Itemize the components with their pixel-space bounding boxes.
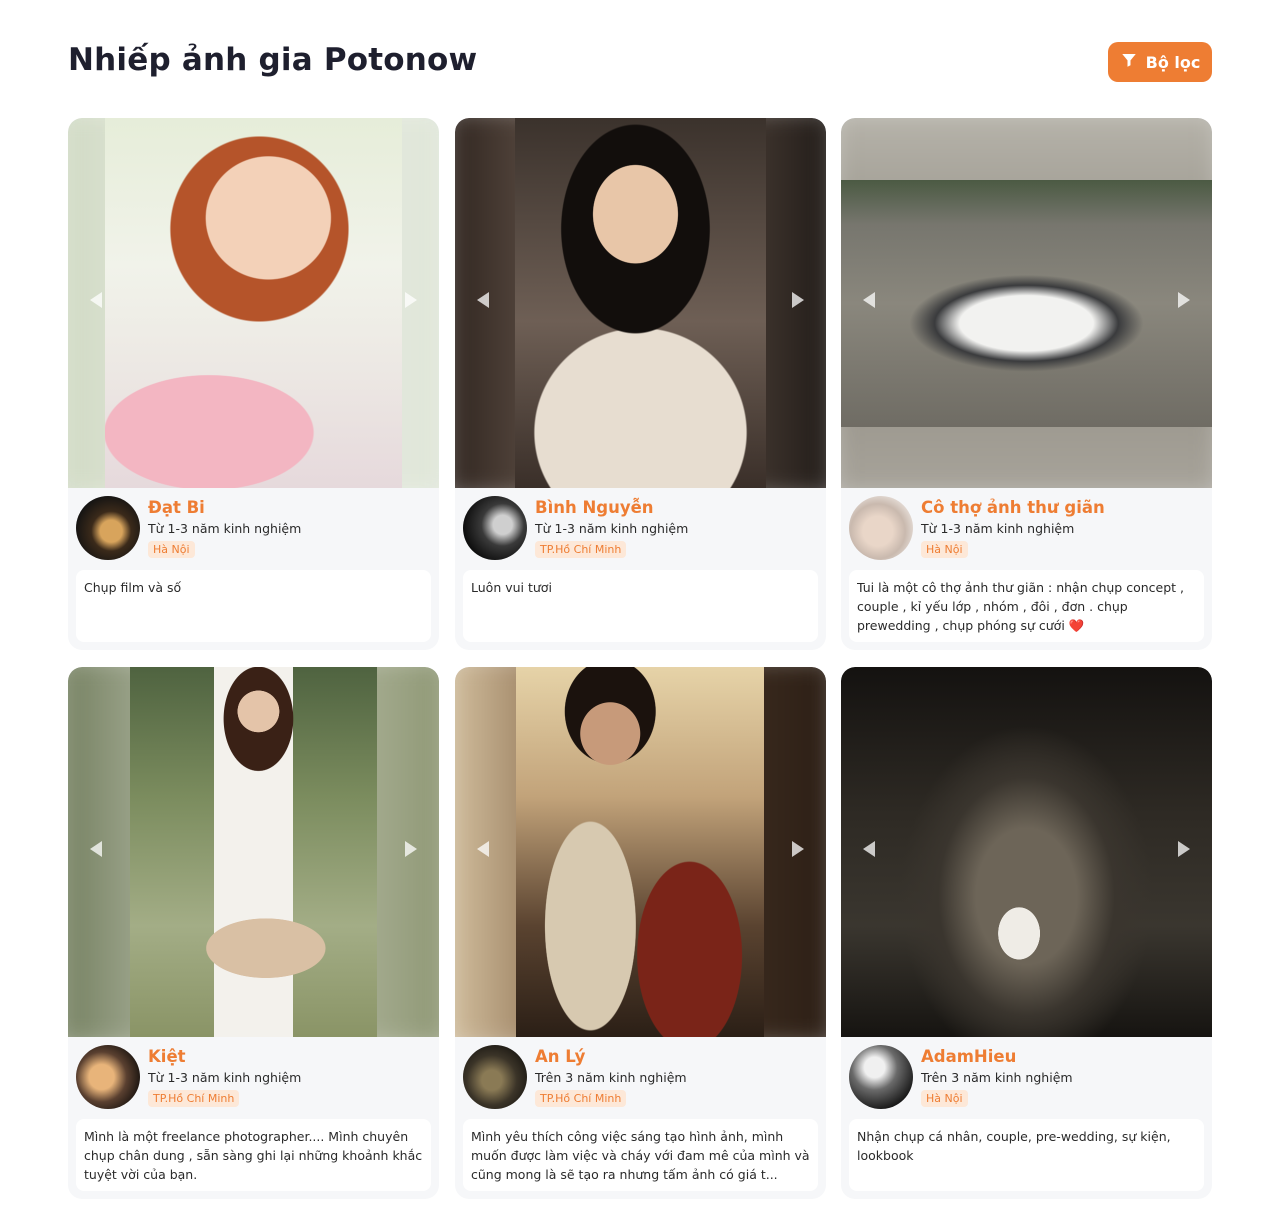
photo-carousel — [455, 118, 826, 488]
experience-text: Từ 1-3 năm kinh nghiệm — [535, 521, 689, 536]
location-badge: Hà Nội — [148, 541, 195, 558]
photo-carousel — [455, 667, 826, 1037]
location-badge: TP.Hồ Chí Minh — [148, 1090, 240, 1107]
carousel-next-button[interactable] — [401, 288, 421, 312]
experience-text: Từ 1-3 năm kinh nghiệm — [148, 1070, 302, 1085]
caret-right-icon — [1178, 841, 1190, 857]
caret-left-icon — [90, 841, 102, 857]
bio-text: Tui là một cô thợ ảnh thư giãn : nhận ch… — [857, 580, 1185, 633]
portfolio-photo — [130, 667, 377, 1037]
bio-text: Luôn vui tươi — [471, 580, 552, 595]
photographer-info: Cô thợ ảnh thư giãn Từ 1-3 năm kinh nghi… — [849, 496, 1204, 564]
photographer-card[interactable]: AdamHieu Trên 3 năm kinh nghiệm Hà Nội N… — [841, 667, 1212, 1199]
bio-text: Mình là một freelance photographer.... M… — [84, 1129, 423, 1182]
caret-left-icon — [477, 292, 489, 308]
photographer-info: An Lý Trên 3 năm kinh nghiệm TP.Hồ Chí M… — [463, 1045, 818, 1113]
photographer-name[interactable]: An Lý — [535, 1047, 585, 1066]
bio-box: Tui là một cô thợ ảnh thư giãn : nhận ch… — [849, 570, 1204, 642]
carousel-prev-button[interactable] — [86, 837, 106, 861]
experience-text: Từ 1-3 năm kinh nghiệm — [921, 521, 1075, 536]
filter-button[interactable]: Bộ lọc — [1108, 42, 1212, 82]
caret-left-icon — [863, 292, 875, 308]
photographer-info: AdamHieu Trên 3 năm kinh nghiệm Hà Nội — [849, 1045, 1204, 1113]
caret-right-icon — [792, 841, 804, 857]
filter-icon — [1120, 51, 1138, 73]
carousel-prev-button[interactable] — [473, 837, 493, 861]
photographer-card[interactable]: Cô thợ ảnh thư giãn Từ 1-3 năm kinh nghi… — [841, 118, 1212, 650]
bio-box: Mình là một freelance photographer.... M… — [76, 1119, 431, 1191]
bio-text: Nhận chụp cá nhân, couple, pre-wedding, … — [857, 1129, 1171, 1163]
photographer-name[interactable]: Bình Nguyễn — [535, 498, 654, 517]
portfolio-photo — [105, 118, 402, 488]
photographer-card[interactable]: An Lý Trên 3 năm kinh nghiệm TP.Hồ Chí M… — [455, 667, 826, 1199]
caret-right-icon — [1178, 292, 1190, 308]
photographer-info: Kiệt Từ 1-3 năm kinh nghiệm TP.Hồ Chí Mi… — [76, 1045, 431, 1113]
photographer-info: Bình Nguyễn Từ 1-3 năm kinh nghiệm TP.Hồ… — [463, 496, 818, 564]
bio-text: Chụp film và số — [84, 580, 182, 595]
carousel-prev-button[interactable] — [473, 288, 493, 312]
carousel-prev-button[interactable] — [859, 288, 879, 312]
location-badge: TP.Hồ Chí Minh — [535, 1090, 627, 1107]
portfolio-photo — [516, 667, 764, 1037]
carousel-prev-button[interactable] — [86, 288, 106, 312]
photographer-card[interactable]: Kiệt Từ 1-3 năm kinh nghiệm TP.Hồ Chí Mi… — [68, 667, 439, 1199]
page-header: Nhiếp ảnh gia Potonow Bộ lọc — [68, 40, 1212, 84]
portfolio-photo — [515, 118, 766, 488]
location-badge: TP.Hồ Chí Minh — [535, 541, 627, 558]
bio-box: Nhận chụp cá nhân, couple, pre-wedding, … — [849, 1119, 1204, 1191]
caret-left-icon — [863, 841, 875, 857]
carousel-next-button[interactable] — [1174, 288, 1194, 312]
caret-left-icon — [477, 841, 489, 857]
photo-carousel — [841, 118, 1212, 488]
avatar[interactable] — [463, 1045, 527, 1109]
portfolio-photo — [841, 667, 1212, 1037]
caret-left-icon — [90, 292, 102, 308]
bio-box: Mình yêu thích công việc sáng tạo hình ả… — [463, 1119, 818, 1191]
bio-text: Mình yêu thích công việc sáng tạo hình ả… — [471, 1129, 810, 1182]
bio-box: Luôn vui tươi — [463, 570, 818, 642]
avatar[interactable] — [76, 1045, 140, 1109]
page-title: Nhiếp ảnh gia Potonow — [68, 42, 478, 78]
photo-carousel — [68, 667, 439, 1037]
photo-carousel — [841, 667, 1212, 1037]
avatar[interactable] — [849, 496, 913, 560]
caret-right-icon — [405, 292, 417, 308]
bio-box: Chụp film và số — [76, 570, 431, 642]
avatar[interactable] — [76, 496, 140, 560]
photographer-name[interactable]: Cô thợ ảnh thư giãn — [921, 498, 1105, 517]
photographer-card[interactable]: Đạt Bi Từ 1-3 năm kinh nghiệm Hà Nội Chụ… — [68, 118, 439, 650]
filter-label: Bộ lọc — [1145, 52, 1201, 72]
photographer-name[interactable]: AdamHieu — [921, 1047, 1016, 1066]
photo-carousel — [68, 118, 439, 488]
carousel-next-button[interactable] — [1174, 837, 1194, 861]
avatar[interactable] — [849, 1045, 913, 1109]
experience-text: Trên 3 năm kinh nghiệm — [921, 1070, 1073, 1085]
experience-text: Trên 3 năm kinh nghiệm — [535, 1070, 687, 1085]
photographer-name[interactable]: Đạt Bi — [148, 498, 205, 517]
avatar[interactable] — [463, 496, 527, 560]
photographer-info: Đạt Bi Từ 1-3 năm kinh nghiệm Hà Nội — [76, 496, 431, 564]
location-badge: Hà Nội — [921, 541, 968, 558]
carousel-next-button[interactable] — [788, 837, 808, 861]
carousel-next-button[interactable] — [788, 288, 808, 312]
photographer-card[interactable]: Bình Nguyễn Từ 1-3 năm kinh nghiệm TP.Hồ… — [455, 118, 826, 650]
caret-right-icon — [792, 292, 804, 308]
location-badge: Hà Nội — [921, 1090, 968, 1107]
portfolio-photo — [841, 180, 1212, 427]
experience-text: Từ 1-3 năm kinh nghiệm — [148, 521, 302, 536]
photographer-name[interactable]: Kiệt — [148, 1047, 186, 1066]
caret-right-icon — [405, 841, 417, 857]
carousel-next-button[interactable] — [401, 837, 421, 861]
carousel-prev-button[interactable] — [859, 837, 879, 861]
